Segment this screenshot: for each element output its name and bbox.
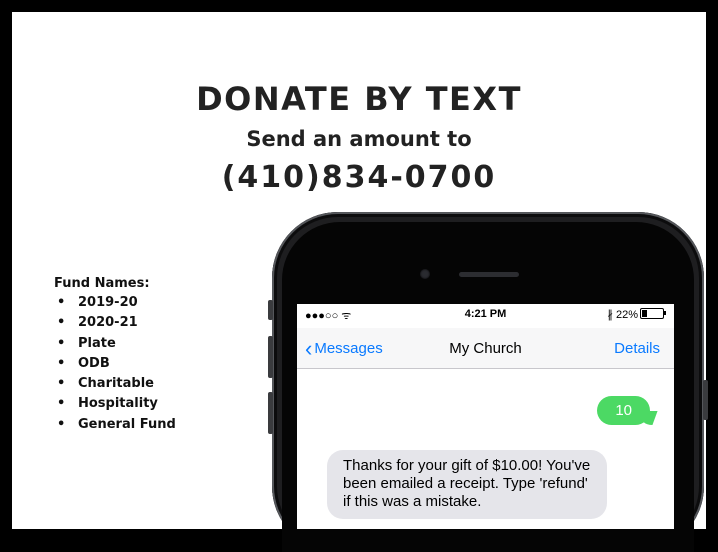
earpiece-speaker: [459, 272, 519, 277]
fund-item: Charitable: [54, 374, 176, 395]
fund-item: Hospitality: [54, 394, 176, 415]
send-amount-subheading: Send an amount to: [246, 127, 472, 151]
battery-icon: [640, 308, 666, 319]
messages-nav-bar: ‹ Messages My Church Details: [297, 328, 674, 369]
phone-number-heading: (410)834-0700: [221, 160, 497, 195]
battery-indicator: ∦ 22%: [607, 308, 666, 321]
outgoing-message-bubble[interactable]: 10: [597, 396, 650, 425]
fund-item: ODB: [54, 354, 176, 375]
donate-heading: DONATE BY TEXT: [196, 80, 522, 118]
fund-names-title: Fund Names:: [54, 276, 150, 291]
battery-text: ∦ 22%: [607, 309, 638, 321]
fund-item: 2019-20: [54, 293, 176, 314]
fund-item: General Fund: [54, 415, 176, 436]
fund-names-list: Fund Names: 2019-20 2020-21 Plate ODB Ch…: [54, 276, 176, 435]
details-button[interactable]: Details: [614, 340, 660, 357]
front-camera-icon: [420, 269, 430, 279]
phone-screen: ●●●○○ ᯤ 4:21 PM ∦ 22% ‹ Messages My Churc…: [297, 304, 674, 529]
status-bar: ●●●○○ ᯤ 4:21 PM ∦ 22%: [297, 304, 674, 328]
incoming-message-bubble[interactable]: Thanks for your gift of $10.00! You've b…: [327, 450, 607, 519]
fund-item: Plate: [54, 334, 176, 355]
power-button: [703, 380, 708, 420]
mute-switch: [268, 300, 273, 320]
fund-item: 2020-21: [54, 313, 176, 334]
volume-up-button: [268, 336, 273, 378]
volume-down-button: [268, 392, 273, 434]
